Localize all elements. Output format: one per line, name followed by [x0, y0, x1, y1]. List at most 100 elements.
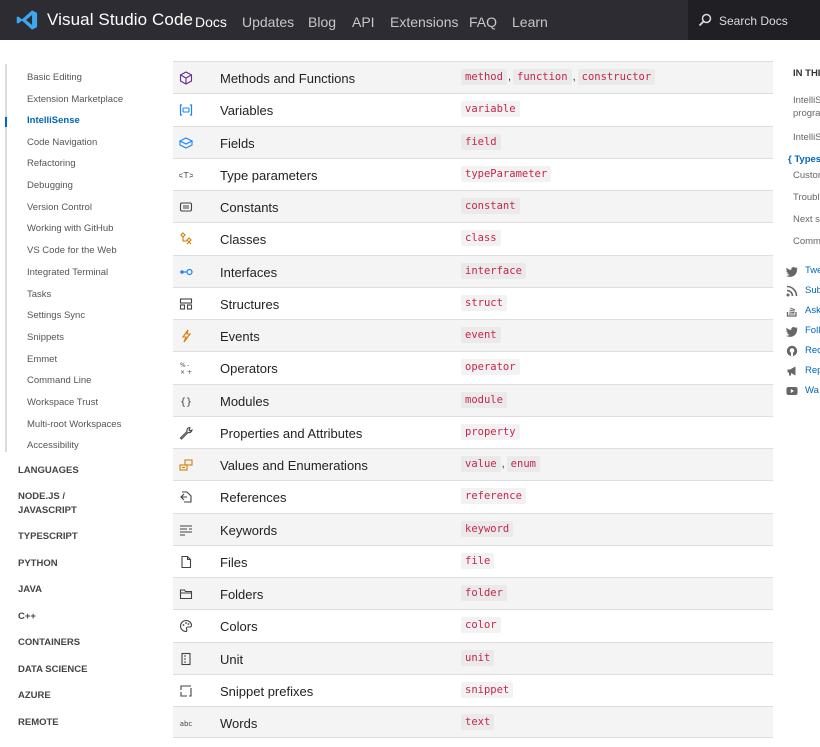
code-value: keyword	[461, 520, 514, 537]
sidebar-item-refactoring[interactable]: Refactoring	[27, 158, 76, 169]
code-value: color	[461, 617, 501, 634]
sidebar-category-languages[interactable]: LANGUAGES	[18, 464, 79, 478]
type-codes: method, function, constructor	[461, 69, 656, 85]
toc-item[interactable]: { Types	[788, 153, 820, 166]
code-value: class	[461, 230, 501, 247]
type-codes: property	[461, 423, 520, 440]
table-row: Snippet prefixes snippet	[173, 673, 773, 706]
enum-icon	[179, 459, 193, 471]
code-value: snippet	[461, 681, 514, 698]
in-this-article: IN THI IntelliS progra IntelliS { Types Cus…	[782, 40, 820, 747]
type-parameter-icon: <T>	[179, 171, 193, 180]
sidebar-category-azure[interactable]: AZURE	[18, 689, 51, 703]
unit-icon	[181, 652, 191, 665]
nav-api[interactable]: API	[352, 14, 375, 30]
type-codes: folder	[461, 585, 507, 601]
sidebar-category-containers[interactable]: CONTAINERS	[18, 636, 80, 650]
sidebar-item-debugging[interactable]: Debugging	[27, 180, 73, 191]
sidebar-item-extension-marketplace[interactable]: Extension Marketplace	[27, 94, 123, 105]
sidebar-item-emmet[interactable]: Emmet	[27, 354, 57, 365]
type-codes: snippet	[461, 681, 514, 698]
field-icon	[179, 136, 193, 149]
toc-item[interactable]: Comm	[793, 235, 820, 248]
sidebar-item-workspace-trust[interactable]: Workspace Trust	[27, 397, 98, 408]
sidebar-item-command-line[interactable]: Command Line	[27, 375, 91, 386]
sidebar-item-integrated-terminal[interactable]: Integrated Terminal	[27, 267, 108, 278]
svg-text:{}: {}	[180, 397, 192, 408]
table-row: abc Words text	[173, 706, 773, 739]
vscode-logo-icon[interactable]	[16, 8, 38, 32]
nav-docs[interactable]: Docs	[195, 14, 227, 30]
toc-social-label: Wa	[805, 385, 819, 396]
stack-icon	[786, 307, 797, 317]
code-value: function	[513, 69, 572, 85]
sidebar-item-settings-sync[interactable]: Settings Sync	[27, 310, 85, 321]
table-row: Interfaces interface	[173, 254, 773, 287]
reference-icon	[180, 491, 192, 503]
sidebar-category-python[interactable]: PYTHON	[18, 557, 58, 571]
toc-item[interactable]: Troubl	[793, 191, 820, 204]
event-icon	[181, 329, 192, 343]
sidebar-item-vs-code-for-the-web[interactable]: VS Code for the Web	[27, 245, 117, 256]
sidebar-item-intellisense[interactable]: IntelliSense	[27, 115, 80, 126]
folder-icon	[179, 589, 193, 600]
type-codes: struct	[461, 294, 507, 311]
toc-social-label: Foll	[805, 325, 820, 336]
sidebar-category-typescript[interactable]: TYPESCRIPT	[18, 530, 78, 544]
type-name: Folders	[220, 587, 264, 602]
sidebar-item-snippets[interactable]: Snippets	[27, 332, 64, 343]
snippet-icon	[180, 685, 192, 697]
nav-extensions[interactable]: Extensions	[390, 14, 458, 30]
type-codes: file	[461, 552, 495, 569]
sidebar-item-accessibility[interactable]: Accessibility	[27, 440, 79, 451]
type-name: Properties and Attributes	[220, 425, 363, 441]
type-codes: keyword	[461, 520, 514, 537]
sidebar-item-multi-root-workspaces[interactable]: Multi-root Workspaces	[27, 419, 121, 430]
type-name: Operators	[220, 361, 278, 377]
table-row: <T> Type parameters typeParameter	[173, 157, 773, 190]
toc-item[interactable]: IntelliS progra	[793, 94, 820, 120]
type-name: Snippet prefixes	[220, 683, 314, 699]
table-row: {} Modules module	[173, 383, 773, 416]
table-row: Colors color	[173, 609, 773, 641]
table-row: Files file	[173, 544, 773, 577]
table-row: Values and Enumerations value, enum	[173, 448, 773, 481]
code-value: struct	[461, 294, 507, 311]
type-codes: field	[461, 133, 501, 150]
type-name: Events	[220, 329, 260, 344]
sidebar-category-remote[interactable]: REMOTE	[18, 716, 59, 730]
brand-title[interactable]: Visual Studio Code	[47, 10, 193, 30]
table-row: Classes class	[173, 222, 773, 254]
text-icon: abc	[180, 720, 193, 728]
toc-item[interactable]: IntelliS	[793, 131, 820, 144]
code-value: event	[461, 327, 501, 343]
nav-blog[interactable]: Blog	[308, 14, 336, 30]
code-value: unit	[461, 649, 495, 666]
variable-icon	[179, 104, 193, 116]
type-name: Words	[220, 716, 258, 731]
type-codes: value, enum	[461, 456, 540, 472]
sidebar-item-version-control[interactable]: Version Control	[27, 202, 92, 213]
toc-item[interactable]: Next s	[793, 213, 820, 226]
sidebar-item-code-navigation[interactable]: Code Navigation	[27, 137, 97, 148]
sidebar-item-working-with-github[interactable]: Working with GitHub	[27, 223, 113, 234]
sidebar-category-java[interactable]: JAVA	[18, 583, 42, 597]
type-name: Classes	[220, 232, 267, 248]
sidebar-category-c[interactable]: C++	[18, 610, 36, 624]
class-icon	[180, 232, 192, 245]
sidebar-item-tasks[interactable]: Tasks	[27, 289, 51, 300]
sidebar-item-basic-editing[interactable]: Basic Editing	[27, 72, 82, 83]
twitter-icon	[786, 267, 798, 277]
type-codes: class	[461, 230, 501, 247]
code-value: interface	[461, 262, 526, 279]
search-input[interactable]: Search Docs	[688, 0, 820, 40]
type-codes: text	[461, 714, 495, 730]
nav-learn[interactable]: Learn	[512, 14, 548, 30]
type-name: Interfaces	[220, 264, 278, 280]
toc-item[interactable]: Custor	[793, 169, 820, 182]
sidebar-category-data-science[interactable]: DATA SCIENCE	[18, 663, 88, 677]
nav-updates[interactable]: Updates	[242, 14, 294, 30]
sidebar-category-node-js-javascript[interactable]: NODE.JS / JAVASCRIPT	[18, 490, 88, 518]
toc-social-label: Rec	[805, 345, 820, 356]
nav-faq[interactable]: FAQ	[469, 14, 497, 30]
